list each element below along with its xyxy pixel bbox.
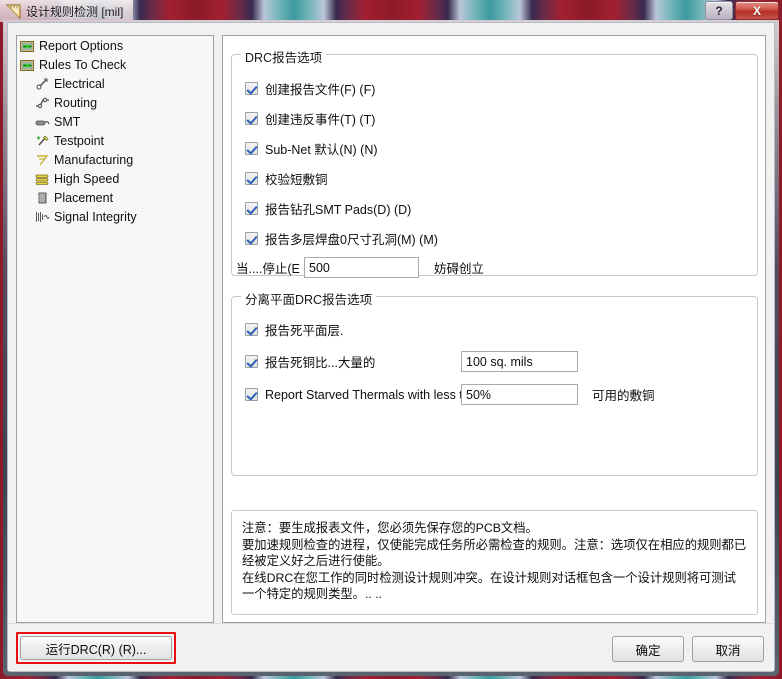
options-pane: DRC报告选项 创建报告文件(F) (F) 创建违反事件(T) (T) Sub-… — [222, 35, 766, 623]
create-violations-label: 创建违反事件(T) (T) — [265, 113, 376, 127]
dialog-client-area: Report Options Rules To Check Electrical… — [8, 23, 774, 671]
run-drc-highlight-annotation — [16, 632, 176, 664]
split-plane-options-group: 分离平面DRC报告选项 报告死平面层. 报告死铜比...大量的 Report S… — [231, 289, 758, 476]
sidebar-item-label: Report Options — [39, 38, 124, 53]
dead-plane-label: 报告死平面层. — [265, 324, 344, 338]
title-bar[interactable]: 设计规则检测 [mil] ? X — [0, 0, 782, 22]
checkbox-row-starved-thermals[interactable]: Report Starved Thermals with less than 可… — [245, 384, 755, 405]
subnet-default-checkbox[interactable] — [245, 142, 258, 155]
sidebar-item-smt[interactable]: SMT — [17, 112, 213, 131]
checkbox-row-report-multilayer[interactable]: 报告多层焊盘0尺寸孔洞(M) (M) — [245, 229, 438, 248]
smt-icon — [35, 115, 50, 129]
starved-thermals-label: Report Starved Thermals with less than — [265, 387, 461, 402]
placement-icon — [35, 191, 50, 205]
sidebar-item-label: Manufacturing — [54, 152, 134, 167]
stop-when-label: 当....停止(E — [236, 262, 300, 276]
dialog-footer: 运行DRC(R) (R)... 确定 取消 — [8, 623, 774, 671]
drc-report-options-group: DRC报告选项 创建报告文件(F) (F) 创建违反事件(T) (T) Sub-… — [231, 47, 758, 278]
ruler-triangle-icon — [5, 4, 21, 19]
checkbox-row-create-violations[interactable]: 创建违反事件(T) (T) — [245, 109, 375, 128]
subnet-default-label: Sub-Net 默认(N) (N) — [265, 143, 378, 157]
sidebar-item-routing[interactable]: Routing — [17, 93, 213, 112]
sidebar-item-rules-to-check[interactable]: Rules To Check — [17, 55, 213, 74]
create-violations-checkbox[interactable] — [245, 112, 258, 125]
report-multilayer-checkbox[interactable] — [245, 232, 258, 245]
sidebar-item-report-options[interactable]: Report Options — [17, 36, 213, 55]
drc-report-options-title: DRC报告选项 — [241, 47, 327, 66]
sidebar-item-label: SMT — [54, 114, 81, 129]
routing-icon — [35, 96, 50, 110]
dead-plane-checkbox[interactable] — [245, 323, 258, 336]
window-controls: ? X — [703, 1, 779, 20]
folder-options-icon — [20, 39, 35, 53]
checkbox-row-report-drilled-smt[interactable]: 报告钻孔SMT Pads(D) (D) — [245, 199, 411, 218]
sidebar-item-label: Testpoint — [54, 133, 105, 148]
sidebar-item-manufacturing[interactable]: Manufacturing — [17, 150, 213, 169]
stop-when-row[interactable]: 当....停止(E 妨碍创立 — [236, 257, 484, 278]
sidebar-item-label: Routing — [54, 95, 98, 110]
starved-thermals-checkbox[interactable] — [245, 388, 258, 401]
sidebar-item-testpoint[interactable]: Testpoint — [17, 131, 213, 150]
report-drilled-smt-label: 报告钻孔SMT Pads(D) (D) — [265, 203, 412, 217]
sidebar-item-label: Placement — [54, 190, 114, 205]
dead-copper-checkbox[interactable] — [245, 355, 258, 368]
starved-thermals-suffix-label: 可用的敷铜 — [592, 389, 655, 403]
report-drilled-smt-checkbox[interactable] — [245, 202, 258, 215]
sidebar-item-label: Signal Integrity — [54, 209, 137, 224]
notes-line-2: 要加速规则检查的进程，仅使能完成任务所必需检查的规则。注意：选项仅在相应的规则都… — [242, 537, 747, 569]
stop-when-input[interactable] — [304, 257, 419, 278]
verify-shorts-label: 校验短敷铜 — [265, 173, 328, 187]
split-plane-options-title: 分离平面DRC报告选项 — [241, 289, 377, 308]
title-bar-left: 设计规则检测 [mil] — [0, 0, 134, 22]
verify-shorts-checkbox[interactable] — [245, 172, 258, 185]
manufacturing-icon — [35, 153, 50, 167]
checkbox-row-subnet-default[interactable]: Sub-Net 默认(N) (N) — [245, 139, 378, 158]
checkbox-row-dead-copper[interactable]: 报告死铜比...大量的 — [245, 351, 745, 372]
dead-copper-input[interactable] — [461, 351, 578, 372]
checkbox-row-create-report-file[interactable]: 创建报告文件(F) (F) — [245, 79, 375, 98]
checkbox-row-dead-plane[interactable]: 报告死平面层. — [245, 320, 343, 339]
notes-line-3: 在线DRC在您工作的同时检测设计规则冲突。在设计规则对话框包含一个设计规则将可测… — [242, 570, 736, 602]
title-bar-drag-area[interactable] — [133, 0, 782, 22]
high-speed-icon — [35, 172, 50, 186]
testpoint-icon — [35, 134, 50, 148]
rules-tree-panel[interactable]: Report Options Rules To Check Electrical… — [16, 35, 214, 623]
folder-options-icon — [20, 58, 35, 72]
help-button[interactable]: ? — [705, 1, 733, 20]
sidebar-item-label: Electrical — [54, 76, 105, 91]
signal-integrity-icon — [35, 210, 50, 224]
window-title: 设计规则检测 [mil] — [26, 4, 124, 19]
drc-dialog-window: 设计规则检测 [mil] ? X Report Options Rules To… — [0, 0, 782, 679]
electrical-icon — [35, 77, 50, 91]
close-button[interactable]: X — [735, 1, 779, 20]
starved-thermals-input[interactable] — [461, 384, 578, 405]
dead-copper-label: 报告死铜比...大量的 — [265, 356, 376, 370]
notes-line-1: 注意：要生成报表文件，您必须先保存您的PCB文档。 — [242, 521, 538, 535]
sidebar-item-label: High Speed — [54, 171, 120, 186]
sidebar-item-placement[interactable]: Placement — [17, 188, 213, 207]
notes-panel: 注意：要生成报表文件，您必须先保存您的PCB文档。 要加速规则检查的进程，仅使能… — [231, 510, 758, 615]
cancel-button[interactable]: 取消 — [692, 636, 764, 662]
checkbox-row-verify-shorts[interactable]: 校验短敷铜 — [245, 169, 328, 188]
create-report-file-checkbox[interactable] — [245, 82, 258, 95]
sidebar-item-signal-integrity[interactable]: Signal Integrity — [17, 207, 213, 226]
stop-when-suffix-label: 妨碍创立 — [434, 262, 485, 276]
sidebar-item-label: Rules To Check — [39, 57, 127, 72]
ok-button[interactable]: 确定 — [612, 636, 684, 662]
sidebar-item-electrical[interactable]: Electrical — [17, 74, 213, 93]
report-multilayer-label: 报告多层焊盘0尺寸孔洞(M) (M) — [265, 233, 438, 247]
create-report-file-label: 创建报告文件(F) (F) — [265, 83, 376, 97]
sidebar-item-high-speed[interactable]: High Speed — [17, 169, 213, 188]
